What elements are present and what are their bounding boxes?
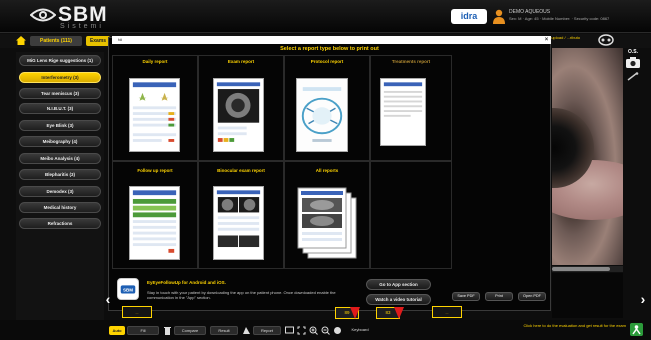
- svg-text:SBM: SBM: [123, 288, 133, 293]
- home-icon[interactable]: [16, 36, 26, 45]
- print-button[interactable]: Print: [485, 292, 513, 301]
- camera-icon[interactable]: [626, 57, 640, 68]
- dialog-title: Select a report type below to print out: [280, 46, 379, 52]
- keyboard-toggle-icon[interactable]: [333, 326, 342, 335]
- image-scrollbar[interactable]: [552, 266, 623, 272]
- report-button[interactable]: Report: [253, 326, 281, 335]
- report-label-binocular[interactable]: Binocular exam report: [201, 168, 281, 173]
- followup-report-thumbnail: [129, 186, 180, 260]
- sidebar-item-5[interactable]: Meibography (4): [19, 136, 101, 147]
- binocular-report-thumbnail: [213, 186, 264, 260]
- prev-arrow-icon[interactable]: ‹: [102, 288, 114, 310]
- report-label-followup[interactable]: Follow up report: [115, 168, 195, 173]
- red-marker-right-icon: [394, 307, 404, 319]
- sidebar-item-2[interactable]: Tear meniscus (3): [19, 88, 101, 99]
- report-label-daily[interactable]: Daily report: [115, 59, 195, 64]
- exam-report-thumbnail: [213, 78, 264, 152]
- sidebar-item-6[interactable]: Meibo Analysis (4): [19, 153, 101, 164]
- video-tutorial-button[interactable]: Watch a video tutorial: [366, 294, 431, 305]
- zoom-out-icon[interactable]: [321, 326, 330, 335]
- report-label-protocol[interactable]: Protocol report: [287, 59, 367, 64]
- open-pdf-button[interactable]: Open PDF: [518, 292, 546, 301]
- sidebar-item-8[interactable]: Demodex (3): [19, 186, 101, 197]
- app-promo-title: EyEyeFollowUp for Android and iOS.: [147, 280, 226, 285]
- draw-icon[interactable]: [627, 72, 639, 81]
- fullscreen-icon[interactable]: [297, 326, 306, 335]
- evaluation-hint[interactable]: Click here to do the evaluation and get …: [506, 323, 626, 328]
- eye-logo-icon: [30, 8, 56, 22]
- sidebar-item-9[interactable]: Medical history: [19, 202, 101, 213]
- partner-logo: idra: [451, 9, 487, 24]
- gamepad-icon[interactable]: [598, 34, 614, 46]
- user-info: Sex: M · Age: 45 · Mobile Number: · Secu…: [509, 16, 610, 21]
- monitor-icon[interactable]: [285, 326, 294, 335]
- compare-button[interactable]: Compare: [174, 326, 206, 335]
- tab-exams[interactable]: Exams: [86, 36, 110, 46]
- sidebar-item-3[interactable]: N.I.B.U.T. (3): [19, 103, 101, 114]
- report-label-all[interactable]: All reports: [287, 168, 367, 173]
- keyboard-label[interactable]: Keyboard: [345, 326, 375, 335]
- app-promo-text: Stay in touch with your patient by downl…: [147, 290, 336, 300]
- sbm-logo: SBM Sistemi: [30, 3, 130, 31]
- logo-sub: Sistemi: [60, 23, 104, 30]
- thumbnail-left[interactable]: ...: [122, 306, 152, 318]
- trash-icon[interactable]: [163, 326, 172, 335]
- sidebar-item-1[interactable]: Interferometry (3): [19, 72, 101, 83]
- sidebar-item-0[interactable]: MiG Lens Rige suggestions (1): [19, 55, 101, 66]
- report-card-empty: [370, 161, 452, 269]
- result-button[interactable]: Result: [210, 326, 238, 335]
- thumbnail-right[interactable]: ...: [432, 306, 462, 318]
- treatments-report-thumbnail: [380, 78, 426, 146]
- evaluation-icon[interactable]: [630, 323, 643, 336]
- scroll-thumb[interactable]: [552, 267, 610, 271]
- next-arrow-icon[interactable]: ›: [637, 288, 649, 310]
- close-icon[interactable]: ×: [543, 36, 550, 44]
- red-marker-left-icon: [350, 307, 360, 319]
- tab-patients[interactable]: Patients (111): [30, 36, 82, 46]
- all-reports-thumbnail: [297, 187, 357, 259]
- sidebar-item-4[interactable]: Eye Blink (3): [19, 120, 101, 131]
- user-name: DEMO AQUEOUS: [509, 9, 551, 15]
- protocol-report-thumbnail: [296, 78, 348, 152]
- save-pdf-button[interactable]: Save PDF: [452, 292, 480, 301]
- search-input[interactable]: fdi: [112, 36, 551, 44]
- auto-mode-toggle[interactable]: Auto: [109, 326, 125, 335]
- report-icon[interactable]: [242, 326, 251, 335]
- fill-button[interactable]: Fill: [127, 326, 159, 335]
- upload-label[interactable]: ...upload / ...ributo: [548, 35, 580, 40]
- zoom-in-icon[interactable]: [309, 326, 318, 335]
- app-section-button[interactable]: Go to App section: [366, 279, 431, 290]
- daily-report-thumbnail: [129, 78, 180, 152]
- report-label-exam[interactable]: Exam report: [201, 59, 281, 64]
- app-logo-icon: SBM: [117, 278, 139, 300]
- report-label-treatments[interactable]: Treatments report: [371, 59, 451, 64]
- image-strip: [552, 273, 623, 318]
- user-icon[interactable]: [493, 9, 505, 24]
- sidebar-item-10[interactable]: Refractions: [19, 218, 101, 229]
- eye-image[interactable]: [552, 48, 623, 265]
- sidebar-item-7[interactable]: Blepharitis (3): [19, 169, 101, 180]
- eye-side-label: O.S.: [628, 49, 639, 55]
